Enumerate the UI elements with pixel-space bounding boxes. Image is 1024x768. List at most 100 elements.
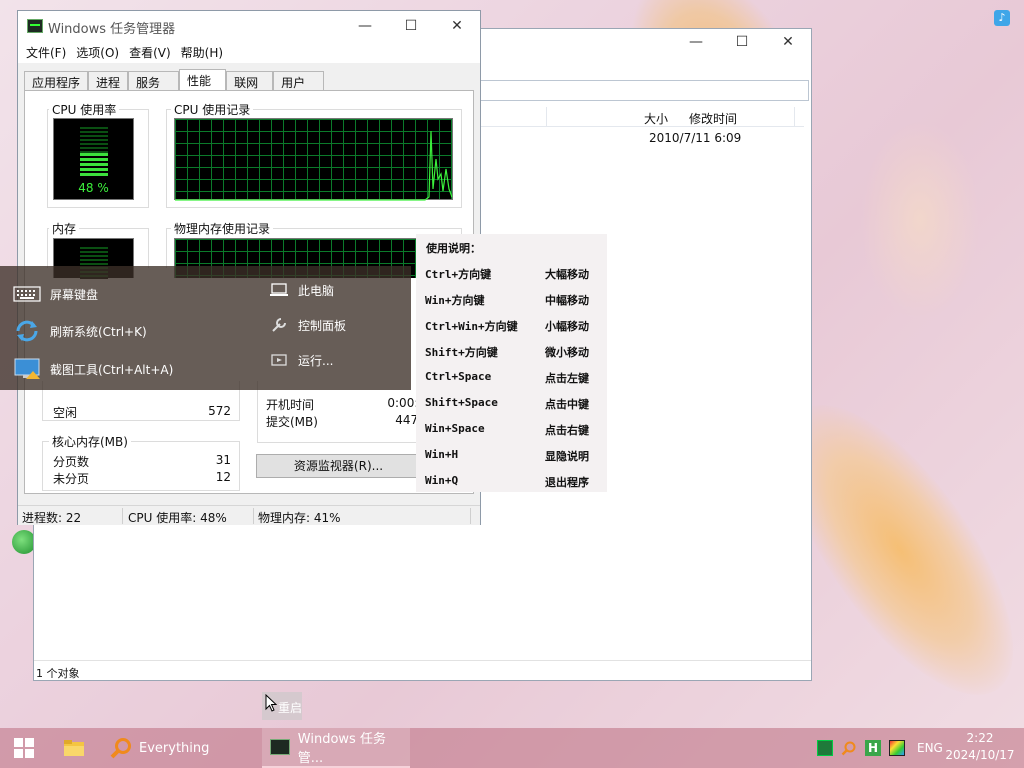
maximize-icon[interactable]: ☐ [388,11,434,41]
file-list-header: 大小 修改时间 [474,107,804,127]
task-manager-icon [27,19,43,33]
run-label: 运行... [298,353,334,368]
help-value: 退出程序 [545,476,589,489]
help-value: 显隐说明 [545,450,589,463]
refresh-item[interactable]: 刷新系统(Ctrl+K) [12,320,147,342]
kernel-memory-table: 分页数 31 未分页 12 [53,453,231,487]
file-modified-cell[interactable]: 2010/7/11 6:09 [649,131,741,145]
folder-icon [64,740,84,756]
tray-app-icon[interactable] [817,740,833,756]
everything-label: Everything [139,740,210,756]
kernel-memory-label: 核心内存(MB) [49,433,131,450]
run-item[interactable]: 运行... [268,349,333,371]
system-tray: H ENG [817,728,943,768]
physical-memory-table: 空闲 572 [53,404,231,421]
menu-options[interactable]: 选项(O) [74,41,127,63]
minimize-icon[interactable]: — [673,29,719,55]
help-key: Win+Space [425,422,485,435]
free-value: 572 [208,404,231,418]
system-table: 开机时间 0:00:0 提交(MB) 447 / [266,396,426,430]
help-value: 小幅移动 [545,320,589,333]
help-key: Ctrl+方向键 [425,268,492,281]
cpu-history-graph [174,118,453,201]
tray-display-icon[interactable] [889,740,905,756]
clock-date: 2024/10/17 [945,748,1015,762]
start-button[interactable] [0,728,48,768]
help-row: Win+方向键 中幅移动 [425,292,601,308]
window-title: Windows 任务管理器 [48,22,176,37]
taskmgr-taskbar-button[interactable]: Windows 任务管... [262,728,410,768]
tab-processes[interactable]: 进程 [88,71,129,91]
help-row: Win+Space 点击右键 [425,422,601,438]
cpu-history-line [175,130,453,201]
notification-icon[interactable]: ♪ [994,10,1010,26]
cpu-usage-value: 48 % [78,181,109,195]
keyboard-icon [12,283,42,305]
window-controls: — ☐ ✕ [342,11,480,41]
address-bar[interactable] [474,80,809,101]
tab-networking[interactable]: 联网 [226,71,274,91]
help-key: Shift+Space [425,396,498,409]
tray-search-icon[interactable] [841,740,857,756]
tray-h-icon[interactable]: H [865,740,881,756]
screenshot-item[interactable]: 截图工具(Ctrl+Alt+A) [12,358,173,380]
col-size-header[interactable]: 大小 [644,110,668,127]
refresh-label: 刷新系统(Ctrl+K) [50,324,147,339]
help-key: Shift+方向键 [425,346,498,359]
this-pc-item[interactable]: 此电脑 [268,279,334,301]
commit-label: 提交(MB) [266,415,318,429]
windows-logo-icon [14,738,34,758]
help-key: Ctrl+Win+方向键 [425,320,518,333]
screenshot-label: 截图工具(Ctrl+Alt+A) [50,362,174,377]
close-icon[interactable]: ✕ [765,29,811,55]
tab-performance[interactable]: 性能 [179,69,227,91]
tab-services[interactable]: 服务 [128,71,180,91]
taskbar-clock[interactable]: 2:22 2024/10/17 [940,730,1020,764]
tab-users[interactable]: 用户 [273,71,325,91]
free-label: 空闲 [53,406,78,420]
help-value: 点击右键 [545,424,589,437]
input-language[interactable]: ENG [917,741,943,755]
tab-applications[interactable]: 应用程序 [24,71,89,91]
cpu-usage-label: CPU 使用率 [49,101,120,118]
resource-monitor-button[interactable]: 资源监视器(R)... [256,454,421,478]
help-value: 点击中键 [545,398,589,411]
computer-icon [268,279,290,301]
cpu-usage-meter: 48 % [53,118,134,200]
control-panel-label: 控制面板 [298,318,347,333]
col-modified-header[interactable]: 修改时间 [689,110,737,127]
wrench-icon [268,314,290,336]
close-icon[interactable]: ✕ [434,11,480,41]
help-value: 微小移动 [545,346,589,359]
help-key: Win+Q [425,474,459,487]
paged-value: 31 [215,453,231,467]
help-value: 点击左键 [545,372,589,385]
help-title: 使用说明： [426,242,481,255]
taskbar: Everything Windows 任务管... H ENG [0,728,1024,768]
control-panel-item[interactable]: 控制面板 [268,314,346,336]
osk-item[interactable]: 屏幕键盘 [12,283,98,305]
clock-time: 2:22 [966,731,994,745]
help-value: 大幅移动 [545,268,589,281]
menu-help[interactable]: 帮助(H) [179,41,231,63]
help-row: Shift+方向键 微小移动 [425,344,601,360]
everything-taskbar-button[interactable]: Everything [104,728,254,768]
status-memory: 物理内存: 41% [258,511,341,525]
file-explorer-button[interactable] [52,728,96,768]
maximize-icon[interactable]: ☐ [719,29,765,55]
minimize-icon[interactable]: — [342,11,388,41]
task-manager-icon [270,739,290,755]
help-row: Ctrl+Space 点击左键 [425,370,601,386]
menu-view[interactable]: 查看(V) [127,41,179,63]
help-key: Win+H [425,448,459,461]
title-bar[interactable]: Windows 任务管理器 — ☐ ✕ [18,11,480,41]
mouse-cursor-icon [265,694,277,712]
status-bar-text: 1 个对象 [36,667,80,680]
menu-bar: 文件(F) 选项(O) 查看(V) 帮助(H) [18,41,480,63]
osk-label: 屏幕键盘 [50,287,99,302]
menu-file[interactable]: 文件(F) [24,41,74,63]
magnifier-icon [110,738,131,759]
help-row: Ctrl+方向键 大幅移动 [425,266,601,282]
tab-strip: 应用程序 进程 服务 性能 联网 用户 [24,69,325,91]
status-processes: 进程数: 22 [22,511,82,525]
